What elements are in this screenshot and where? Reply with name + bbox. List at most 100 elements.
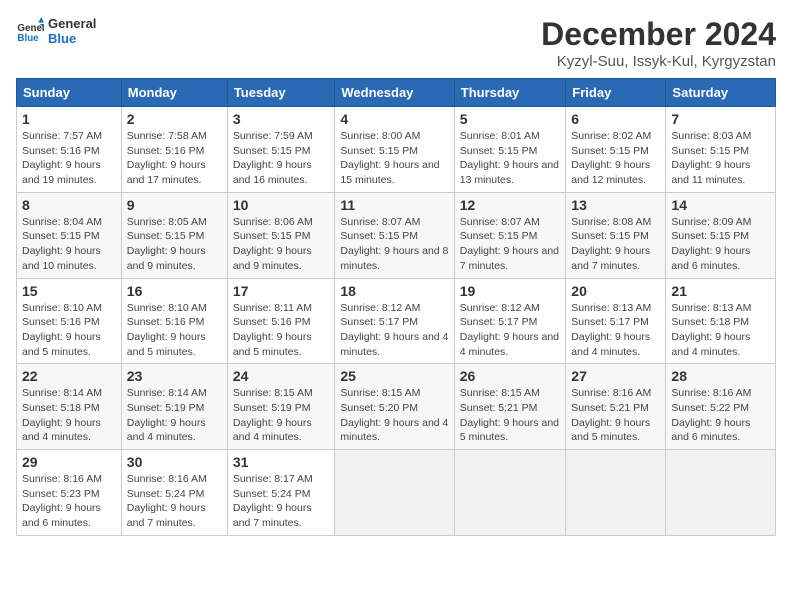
day-info: Sunrise: 8:14 AMSunset: 5:19 PMDaylight:…	[127, 386, 222, 445]
weekday-monday: Monday	[121, 79, 227, 107]
day-info: Sunrise: 8:16 AMSunset: 5:24 PMDaylight:…	[127, 472, 222, 531]
calendar-cell: 13 Sunrise: 8:08 AMSunset: 5:15 PMDayligh…	[566, 192, 666, 278]
day-info: Sunrise: 8:12 AMSunset: 5:17 PMDaylight:…	[340, 301, 448, 360]
day-info: Sunrise: 7:57 AMSunset: 5:16 PMDaylight:…	[22, 129, 116, 188]
calendar-cell	[666, 450, 776, 536]
calendar-cell	[335, 450, 454, 536]
calendar-cell: 14Sunrise: 8:09 AMSunset: 5:15 PMDayligh…	[666, 192, 776, 278]
day-number: 20	[571, 283, 660, 299]
calendar-cell: 28 Sunrise: 8:16 AMSunset: 5:22 PMDayligh…	[666, 364, 776, 450]
weekday-wednesday: Wednesday	[335, 79, 454, 107]
day-number: 9	[127, 197, 222, 213]
calendar-subtitle: Kyzyl-Suu, Issyk-Kul, Kyrgyzstan	[541, 53, 776, 70]
day-info: Sunrise: 8:16 AMSunset: 5:22 PMDaylight:…	[671, 386, 770, 445]
weekday-friday: Friday	[566, 79, 666, 107]
calendar-week-1: 1 Sunrise: 7:57 AMSunset: 5:16 PMDaylight…	[17, 107, 776, 193]
calendar-table: SundayMondayTuesdayWednesdayThursdayFrid…	[16, 78, 776, 536]
calendar-week-3: 15 Sunrise: 8:10 AMSunset: 5:16 PMDayligh…	[17, 278, 776, 364]
day-info: Sunrise: 8:16 AMSunset: 5:21 PMDaylight:…	[571, 386, 660, 445]
calendar-cell: 22 Sunrise: 8:14 AMSunset: 5:18 PMDayligh…	[17, 364, 122, 450]
day-info: Sunrise: 8:10 AMSunset: 5:16 PMDaylight:…	[22, 301, 116, 360]
calendar-cell: 19 Sunrise: 8:12 AMSunset: 5:17 PMDayligh…	[454, 278, 566, 364]
page-header: General Blue General Blue December 2024 …	[16, 16, 776, 70]
calendar-cell: 27 Sunrise: 8:16 AMSunset: 5:21 PMDayligh…	[566, 364, 666, 450]
day-info: Sunrise: 8:07 AMSunset: 5:15 PMDaylight:…	[340, 215, 448, 274]
calendar-cell: 21 Sunrise: 8:13 AMSunset: 5:18 PMDayligh…	[666, 278, 776, 364]
weekday-header-row: SundayMondayTuesdayWednesdayThursdayFrid…	[17, 79, 776, 107]
calendar-cell: 25 Sunrise: 8:15 AMSunset: 5:20 PMDayligh…	[335, 364, 454, 450]
svg-text:Blue: Blue	[17, 33, 39, 44]
day-info: Sunrise: 8:12 AMSunset: 5:17 PMDaylight:…	[460, 301, 561, 360]
day-info: Sunrise: 7:58 AMSunset: 5:16 PMDaylight:…	[127, 129, 222, 188]
calendar-cell: 26 Sunrise: 8:15 AMSunset: 5:21 PMDayligh…	[454, 364, 566, 450]
day-info: Sunrise: 8:04 AMSunset: 5:15 PMDaylight:…	[22, 215, 116, 274]
day-number: 21	[671, 283, 770, 299]
day-number: 28	[671, 368, 770, 384]
calendar-cell: 6 Sunrise: 8:02 AMSunset: 5:15 PMDaylight…	[566, 107, 666, 193]
day-number: 1	[22, 111, 116, 127]
calendar-cell: 30Sunrise: 8:16 AMSunset: 5:24 PMDayligh…	[121, 450, 227, 536]
day-info: Sunrise: 8:10 AMSunset: 5:16 PMDaylight:…	[127, 301, 222, 360]
day-number: 26	[460, 368, 561, 384]
day-info: Sunrise: 8:08 AMSunset: 5:15 PMDaylight:…	[571, 215, 660, 274]
day-info: Sunrise: 8:17 AMSunset: 5:24 PMDaylight:…	[233, 472, 330, 531]
day-info: Sunrise: 8:00 AMSunset: 5:15 PMDaylight:…	[340, 129, 448, 188]
calendar-cell: 24 Sunrise: 8:15 AMSunset: 5:19 PMDayligh…	[227, 364, 335, 450]
logo-general: General	[48, 16, 96, 31]
day-info: Sunrise: 8:14 AMSunset: 5:18 PMDaylight:…	[22, 386, 116, 445]
calendar-cell: 9 Sunrise: 8:05 AMSunset: 5:15 PMDaylight…	[121, 192, 227, 278]
day-number: 27	[571, 368, 660, 384]
day-number: 10	[233, 197, 330, 213]
day-number: 15	[22, 283, 116, 299]
calendar-week-4: 22 Sunrise: 8:14 AMSunset: 5:18 PMDayligh…	[17, 364, 776, 450]
logo-icon: General Blue	[16, 17, 44, 45]
calendar-cell: 3 Sunrise: 7:59 AMSunset: 5:15 PMDaylight…	[227, 107, 335, 193]
day-info: Sunrise: 8:02 AMSunset: 5:15 PMDaylight:…	[571, 129, 660, 188]
day-number: 25	[340, 368, 448, 384]
calendar-cell: 12 Sunrise: 8:07 AMSunset: 5:15 PMDayligh…	[454, 192, 566, 278]
calendar-cell: 31Sunrise: 8:17 AMSunset: 5:24 PMDayligh…	[227, 450, 335, 536]
day-number: 11	[340, 197, 448, 213]
day-info: Sunrise: 7:59 AMSunset: 5:15 PMDaylight:…	[233, 129, 330, 188]
day-number: 22	[22, 368, 116, 384]
calendar-cell: 18 Sunrise: 8:12 AMSunset: 5:17 PMDayligh…	[335, 278, 454, 364]
day-info: Sunrise: 8:05 AMSunset: 5:15 PMDaylight:…	[127, 215, 222, 274]
logo-blue: Blue	[48, 31, 96, 46]
day-number: 6	[571, 111, 660, 127]
day-info: Sunrise: 8:15 AMSunset: 5:21 PMDaylight:…	[460, 386, 561, 445]
day-number: 7	[671, 111, 770, 127]
day-info: Sunrise: 8:11 AMSunset: 5:16 PMDaylight:…	[233, 301, 330, 360]
calendar-cell	[566, 450, 666, 536]
calendar-cell: 1 Sunrise: 7:57 AMSunset: 5:16 PMDaylight…	[17, 107, 122, 193]
day-info: Sunrise: 8:07 AMSunset: 5:15 PMDaylight:…	[460, 215, 561, 274]
calendar-cell: 5 Sunrise: 8:01 AMSunset: 5:15 PMDaylight…	[454, 107, 566, 193]
calendar-cell: 4Sunrise: 8:00 AMSunset: 5:15 PMDaylight…	[335, 107, 454, 193]
day-number: 8	[22, 197, 116, 213]
day-number: 18	[340, 283, 448, 299]
calendar-body: 1 Sunrise: 7:57 AMSunset: 5:16 PMDaylight…	[17, 107, 776, 536]
day-number: 12	[460, 197, 561, 213]
day-number: 5	[460, 111, 561, 127]
day-number: 19	[460, 283, 561, 299]
day-info: Sunrise: 8:09 AMSunset: 5:15 PMDaylight:…	[671, 215, 770, 274]
day-number: 13	[571, 197, 660, 213]
calendar-cell: 16Sunrise: 8:10 AMSunset: 5:16 PMDayligh…	[121, 278, 227, 364]
calendar-cell: 10 Sunrise: 8:06 AMSunset: 5:15 PMDayligh…	[227, 192, 335, 278]
logo: General Blue General Blue	[16, 16, 96, 46]
calendar-cell: 20 Sunrise: 8:13 AMSunset: 5:17 PMDayligh…	[566, 278, 666, 364]
calendar-week-2: 8 Sunrise: 8:04 AMSunset: 5:15 PMDaylight…	[17, 192, 776, 278]
day-info: Sunrise: 8:01 AMSunset: 5:15 PMDaylight:…	[460, 129, 561, 188]
day-info: Sunrise: 8:15 AMSunset: 5:19 PMDaylight:…	[233, 386, 330, 445]
calendar-cell	[454, 450, 566, 536]
day-number: 3	[233, 111, 330, 127]
weekday-thursday: Thursday	[454, 79, 566, 107]
day-info: Sunrise: 8:13 AMSunset: 5:17 PMDaylight:…	[571, 301, 660, 360]
weekday-saturday: Saturday	[666, 79, 776, 107]
day-number: 23	[127, 368, 222, 384]
day-info: Sunrise: 8:16 AMSunset: 5:23 PMDaylight:…	[22, 472, 116, 531]
day-number: 24	[233, 368, 330, 384]
day-info: Sunrise: 8:06 AMSunset: 5:15 PMDaylight:…	[233, 215, 330, 274]
day-info: Sunrise: 8:15 AMSunset: 5:20 PMDaylight:…	[340, 386, 448, 445]
calendar-cell: 2Sunrise: 7:58 AMSunset: 5:16 PMDaylight…	[121, 107, 227, 193]
day-info: Sunrise: 8:13 AMSunset: 5:18 PMDaylight:…	[671, 301, 770, 360]
